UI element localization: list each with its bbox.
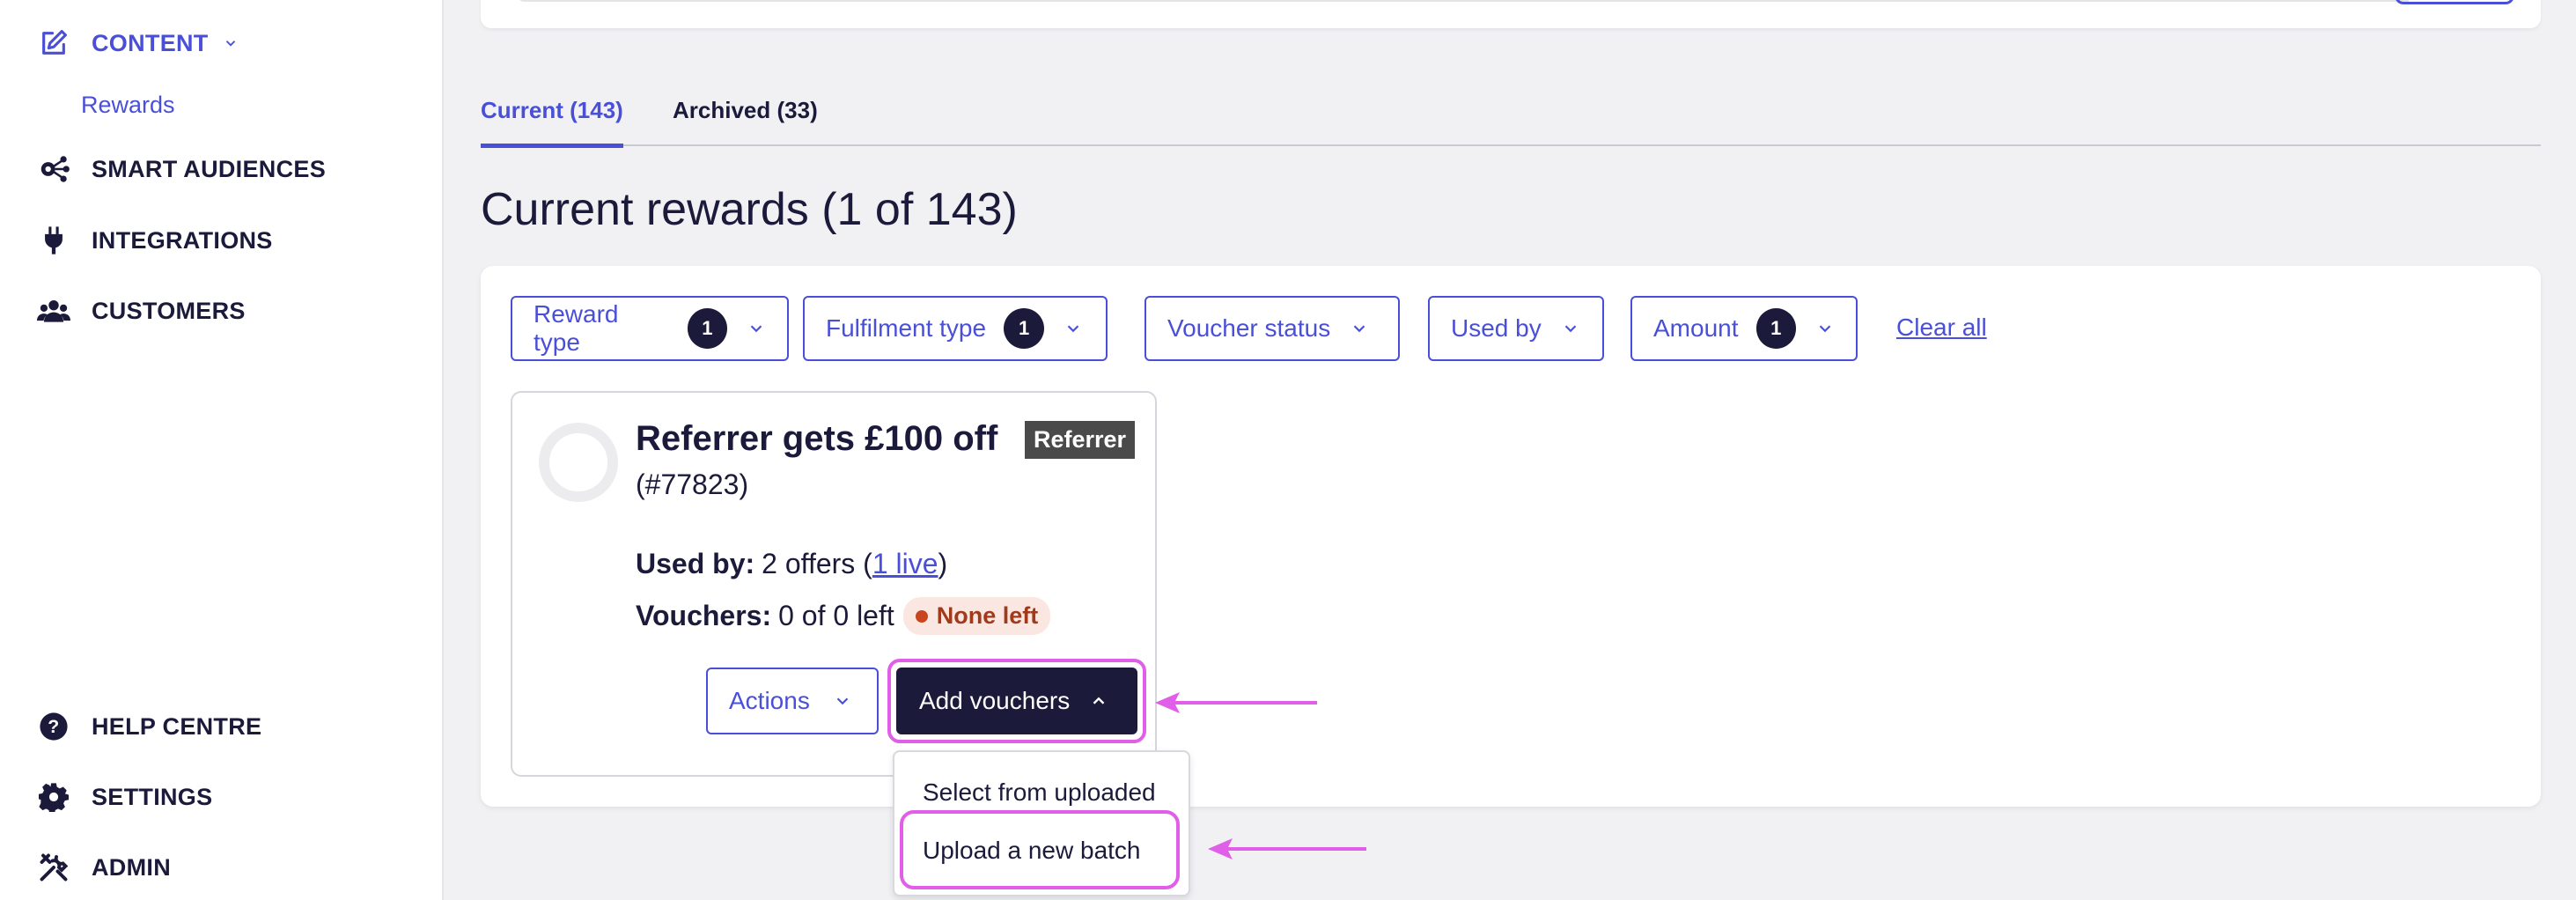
reward-title: Referrer gets £100 off	[636, 419, 998, 458]
reward-tag: Referrer	[1025, 421, 1136, 459]
rewards-panel: Reward type 1 Fulfilment type 1 Voucher …	[481, 266, 2541, 807]
nav-help-centre-label: HELP CENTRE	[92, 712, 262, 740]
nav-smart-audiences-label: SMART AUDIENCES	[92, 155, 327, 182]
chevron-up-icon	[1089, 691, 1108, 711]
status-badge-label: None left	[936, 602, 1039, 629]
reward-image-placeholder	[539, 423, 618, 502]
live-offers-link[interactable]: 1 live	[872, 548, 938, 580]
plug-icon	[37, 224, 70, 257]
clear-all-link[interactable]: Clear all	[1896, 314, 1987, 342]
tab-archived[interactable]: Archived (33)	[673, 97, 818, 144]
vouchers-label: Vouchers:	[636, 600, 772, 631]
nav-content-label: CONTENT	[92, 29, 209, 56]
used-by-offers: 2 offers (	[762, 548, 872, 579]
add-vouchers-label: Add vouchers	[919, 687, 1071, 714]
chevron-down-icon	[1064, 319, 1083, 338]
filter-count-badge: 1	[1004, 308, 1045, 349]
chevron-down-icon	[1350, 319, 1369, 338]
gear-icon	[37, 780, 70, 814]
actions-button[interactable]: Actions	[706, 668, 879, 734]
sidebar: CONTENT Rewards SMART AUDIENCES INTEGRAT…	[0, 0, 444, 900]
menu-item-select-from-uploaded[interactable]: Select from uploaded	[923, 778, 1156, 807]
annotation-arrow-icon	[1208, 838, 1366, 859]
svg-text:?: ?	[48, 716, 59, 737]
nav-settings[interactable]: SETTINGS	[37, 780, 212, 814]
status-badge: None left	[902, 597, 1051, 635]
upload-batch-highlight	[900, 810, 1180, 889]
filter-amount[interactable]: Amount 1	[1630, 296, 1858, 361]
used-by-label: Used by:	[636, 548, 755, 579]
add-vouchers-button[interactable]: Add vouchers	[896, 668, 1137, 734]
filter-count-badge: 1	[1755, 308, 1796, 349]
tools-icon	[37, 851, 70, 884]
chevron-down-icon	[747, 319, 766, 338]
filter-label: Amount	[1653, 314, 1739, 342]
chevron-down-icon	[1561, 319, 1580, 338]
page-title: Current rewards (1 of 143)	[481, 184, 1018, 235]
nav-admin-label: ADMIN	[92, 853, 171, 881]
reward-card: Referrer gets £100 off (#77823) Referrer…	[511, 391, 1157, 777]
nav-rewards[interactable]: Rewards	[81, 92, 175, 119]
used-by-row: Used by: 2 offers (1 live)	[636, 548, 947, 580]
filter-voucher-status[interactable]: Voucher status	[1144, 296, 1400, 361]
filter-fulfilment-type[interactable]: Fulfilment type 1	[803, 296, 1108, 361]
search-button[interactable]	[2395, 0, 2514, 4]
chevron-down-icon	[223, 35, 239, 51]
filter-label: Fulfilment type	[826, 314, 987, 342]
filter-label: Voucher status	[1167, 314, 1331, 342]
nav-customers[interactable]: CUSTOMERS	[37, 294, 246, 328]
main-content: Current (143) Archived (33) Current rewa…	[444, 0, 2576, 900]
audience-network-icon	[37, 152, 70, 186]
nav-content[interactable]: CONTENT	[37, 26, 239, 60]
tabs: Current (143) Archived (33)	[481, 95, 2541, 148]
nav-integrations-label: INTEGRATIONS	[92, 226, 273, 254]
filter-count-badge: 1	[687, 308, 727, 349]
nav-admin[interactable]: ADMIN	[37, 851, 171, 884]
nav-help-centre[interactable]: ? HELP CENTRE	[37, 710, 261, 743]
nav-smart-audiences[interactable]: SMART AUDIENCES	[37, 152, 326, 186]
filter-label: Used by	[1451, 314, 1542, 342]
filter-label: Reward type	[534, 300, 619, 356]
edit-icon	[37, 26, 70, 60]
used-by-close: )	[938, 548, 948, 579]
chevron-down-icon	[833, 691, 852, 711]
nav-customers-label: CUSTOMERS	[92, 297, 246, 324]
tab-current[interactable]: Current (143)	[481, 97, 623, 148]
vouchers-value: 0 of 0 left	[778, 600, 894, 631]
actions-label: Actions	[729, 687, 810, 714]
filter-reward-type[interactable]: Reward type 1	[511, 296, 789, 361]
status-dot-icon	[915, 609, 928, 623]
vouchers-row: Vouchers: 0 of 0 left None left	[636, 597, 1051, 635]
filter-used-by[interactable]: Used by	[1428, 296, 1604, 361]
chevron-down-icon	[1815, 319, 1835, 338]
search-input[interactable]	[516, 0, 2409, 2]
nav-integrations[interactable]: INTEGRATIONS	[37, 224, 273, 257]
nav-settings-label: SETTINGS	[92, 783, 213, 810]
users-icon	[37, 294, 70, 328]
reward-id: (#77823)	[636, 468, 749, 500]
search-card	[481, 0, 2541, 28]
help-icon: ?	[37, 710, 70, 743]
annotation-arrow-icon	[1155, 692, 1317, 713]
